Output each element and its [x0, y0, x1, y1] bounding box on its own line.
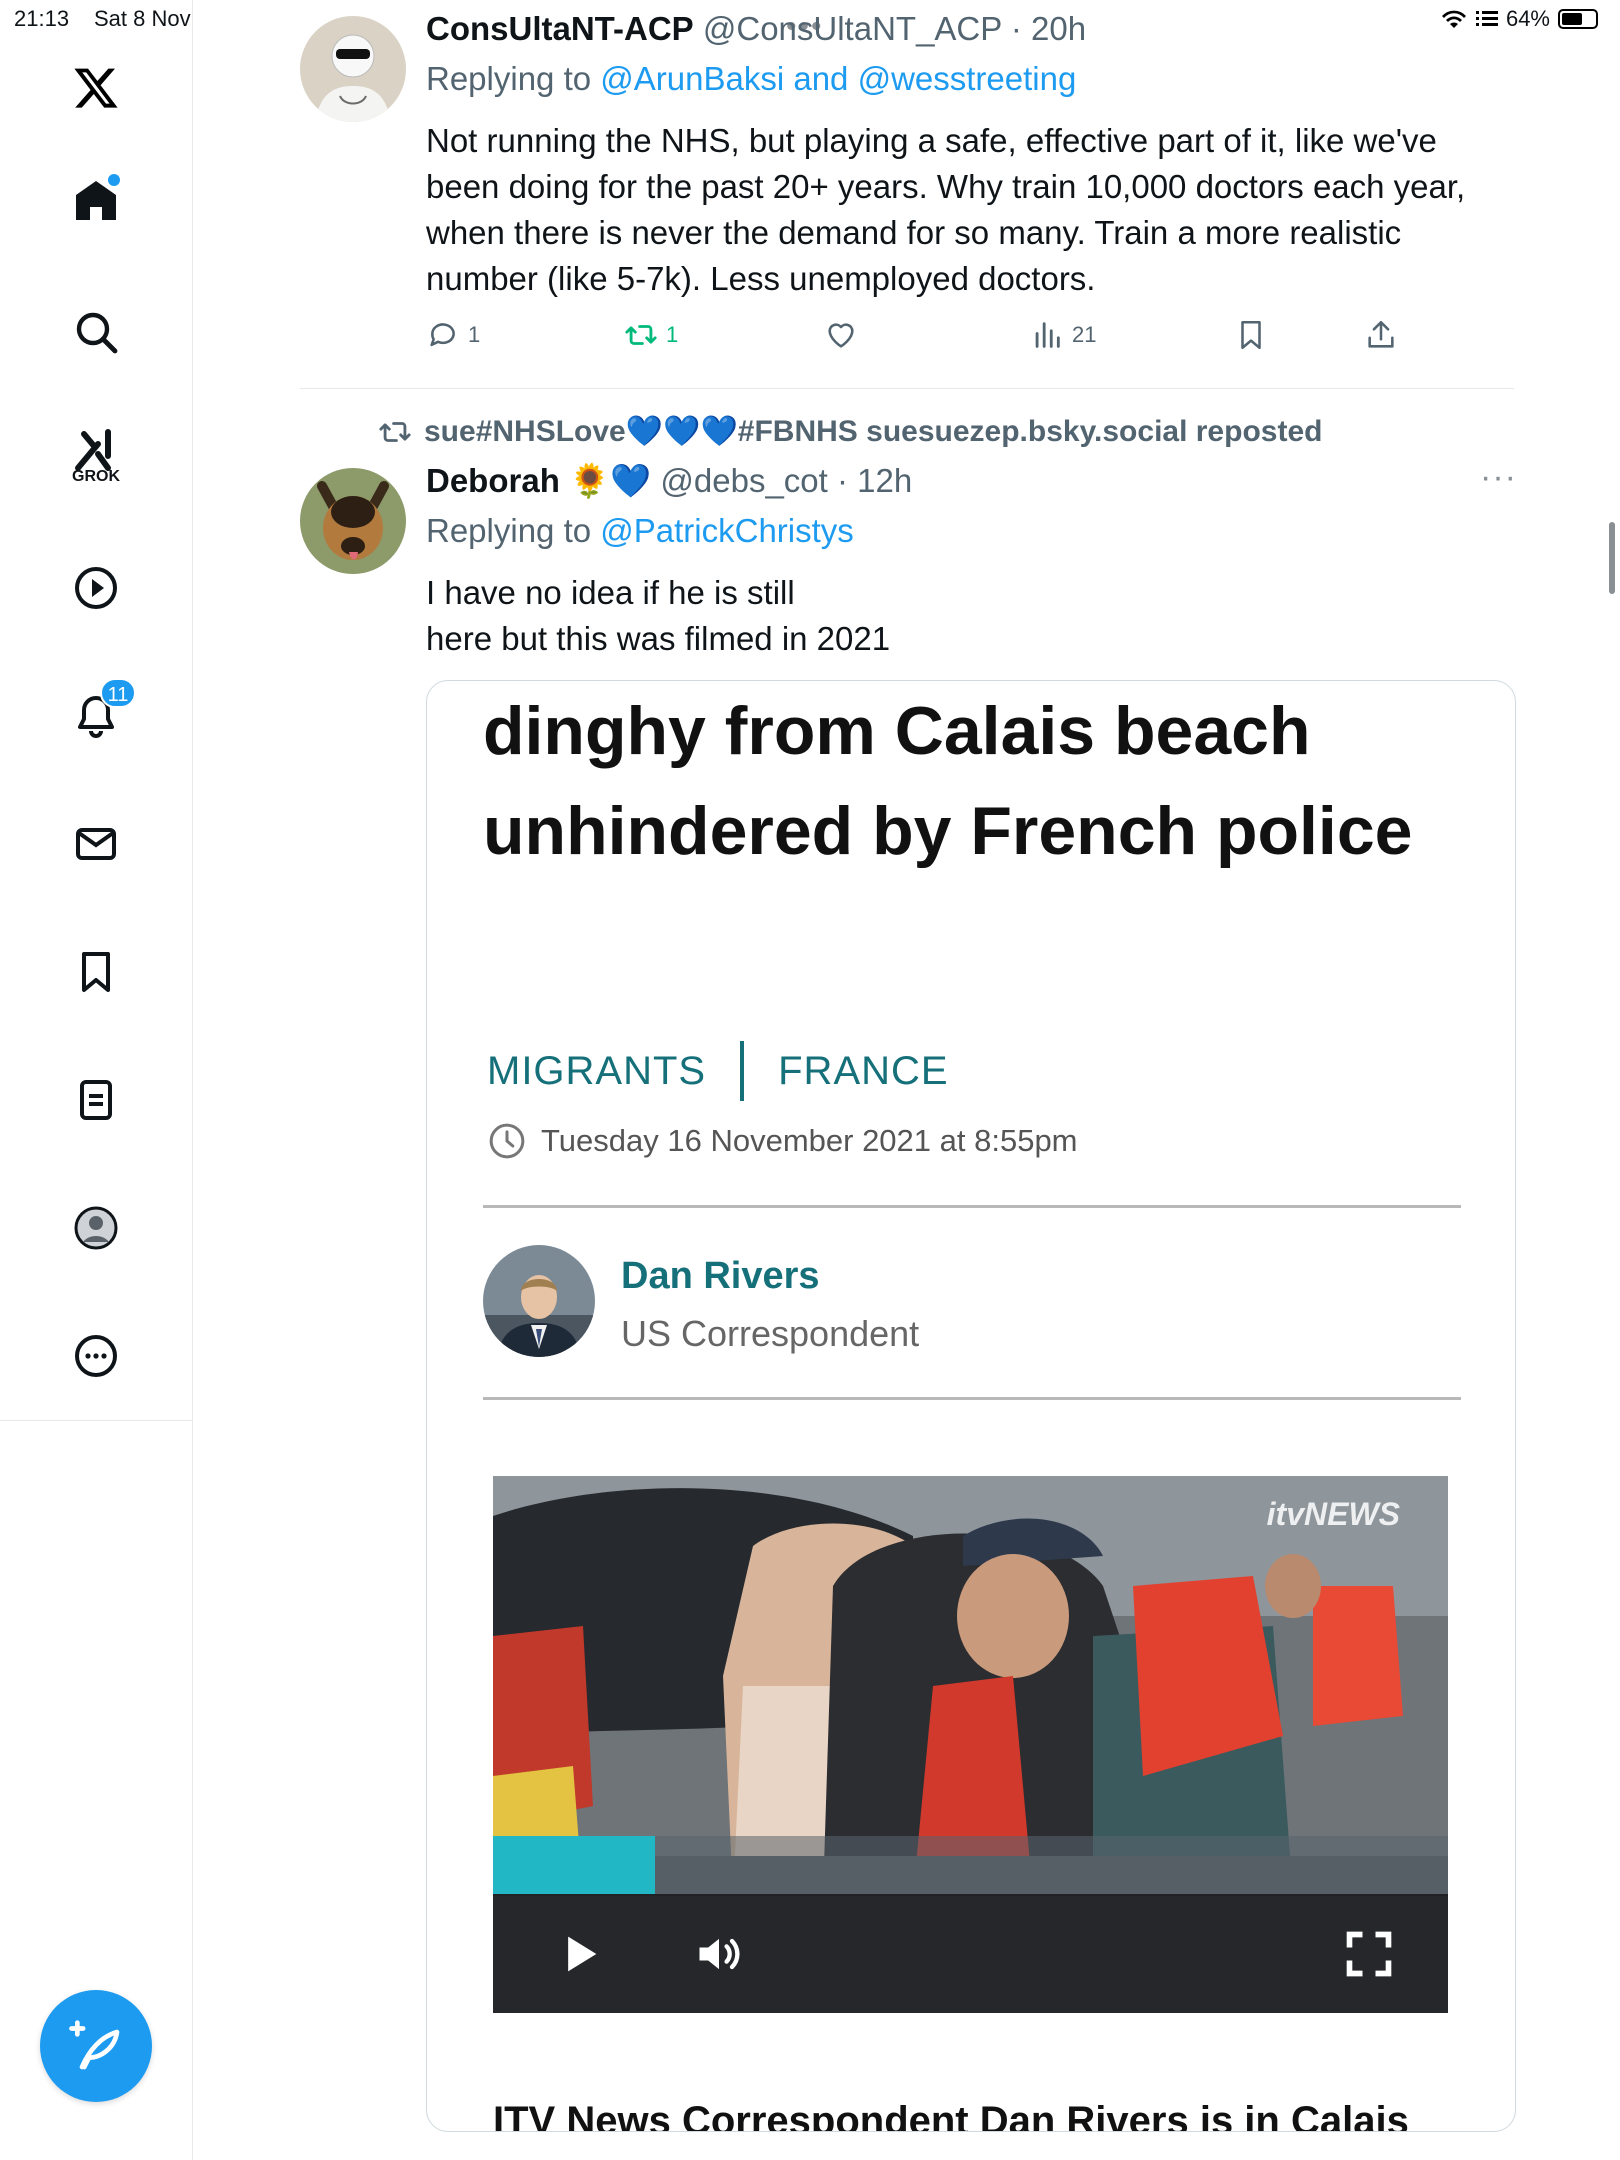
- video-progress-bar[interactable]: [493, 1836, 1448, 1894]
- tweet-text-line: I have no idea if he is still: [426, 574, 795, 611]
- clock-icon: [489, 1123, 525, 1159]
- replying-to: Replying to @ArunBaksi and @wesstreeting: [426, 60, 1076, 98]
- replying-and: and: [784, 60, 858, 97]
- compose-icon: [69, 2020, 120, 2070]
- tweet-deborah[interactable]: sue#NHSLove💙💙💙#FBNHS suesuezep.bsky.soci…: [300, 388, 1517, 2160]
- video-progress-fill: [493, 1836, 656, 1894]
- article-date-text: Tuesday 16 November 2021 at 8:55pm: [541, 1123, 1078, 1158]
- article-date: Tuesday 16 November 2021 at 8:55pm: [487, 1121, 1078, 1161]
- nav-explore[interactable]: [70, 306, 122, 358]
- nav-grok[interactable]: GROK: [70, 424, 122, 485]
- tweet-text-line: here but this was filmed in 2021: [426, 620, 891, 657]
- name-emoji: 🌻💙: [569, 462, 652, 499]
- play-icon: [75, 567, 117, 609]
- tag-france: FRANCE: [778, 1048, 949, 1093]
- tweet-header: Deborah 🌻💙 @debs_cot · 12h: [426, 462, 913, 499]
- bookmark-icon: [82, 952, 110, 992]
- repost-icon: [379, 421, 411, 442]
- replying-prefix: Replying to: [426, 60, 601, 97]
- tweet-time[interactable]: 12h: [857, 462, 912, 499]
- x-logo-icon[interactable]: [70, 62, 122, 114]
- search-icon: [76, 312, 118, 354]
- author-photo: [483, 1245, 595, 1357]
- share-button[interactable]: [1364, 318, 1398, 352]
- repost-count: 1: [666, 322, 679, 347]
- home-notification-dot: [108, 174, 120, 186]
- nav-profile[interactable]: [70, 1202, 122, 1254]
- mail-icon: [76, 828, 116, 860]
- author-handle[interactable]: @ConsUltaNT_ACP: [703, 10, 1002, 47]
- repost-text[interactable]: sue#NHSLove💙💙💙#FBNHS suesuezep.bsky.soci…: [424, 414, 1322, 449]
- mention-link[interactable]: @PatrickChristys: [600, 512, 854, 549]
- views-button[interactable]: 21: [1030, 318, 1096, 352]
- video-controls: [493, 1894, 1448, 2013]
- tweet-consultant[interactable]: ConsUltaNT-ACP @ConsUltaNT_ACP · 20h Rep…: [300, 0, 1514, 389]
- article-headline: dinghy from Calais beach unhindered by F…: [483, 693, 1413, 869]
- bookmark-icon: [1241, 320, 1261, 350]
- avatar[interactable]: [300, 16, 406, 122]
- notification-badge: 11: [100, 678, 136, 708]
- grok-icon: [75, 429, 111, 471]
- author-name: Dan Rivers: [621, 1255, 820, 1297]
- nav-more[interactable]: [70, 1330, 122, 1382]
- tweet-actions: 1 1 21: [426, 318, 1426, 358]
- tag-migrants: MIGRANTS: [487, 1048, 707, 1093]
- repost-button[interactable]: 1: [624, 318, 678, 352]
- nav-bookmarks[interactable]: [70, 946, 122, 998]
- tweet-text: Not running the NHS, but playing a safe,…: [426, 122, 1466, 297]
- article-tags: MIGRANTS FRANCE: [487, 1041, 949, 1101]
- author-role: US Correspondent: [621, 1313, 920, 1354]
- sidebar: GROK 11: [0, 0, 193, 1421]
- play-icon[interactable]: [553, 1928, 605, 1980]
- itv-news-logo: itvNEWS: [1266, 1496, 1400, 1532]
- tweet-time[interactable]: 20h: [1031, 10, 1086, 47]
- tag-separator: [740, 1041, 745, 1101]
- article-caption: ITV News Correspondent Dan Rivers is in …: [493, 2099, 1409, 2132]
- views-count: 21: [1072, 322, 1097, 347]
- more-icon: [75, 1335, 117, 1377]
- nav-home[interactable]: [70, 174, 122, 226]
- like-button[interactable]: [824, 318, 858, 352]
- compose-button[interactable]: [40, 1990, 152, 2102]
- media-card[interactable]: dinghy from Calais beach unhindered by F…: [426, 680, 1516, 2132]
- nav-video[interactable]: [70, 562, 122, 614]
- divider: [483, 1397, 1461, 1400]
- video-player[interactable]: itvNEWS: [493, 1476, 1448, 2013]
- views-icon: [1035, 322, 1060, 348]
- scrollbar[interactable]: [1609, 522, 1615, 594]
- fullscreen-icon[interactable]: [1343, 1928, 1395, 1980]
- grok-label: GROK: [72, 468, 120, 485]
- author-handle[interactable]: @debs_cot: [660, 462, 827, 499]
- avatar[interactable]: [300, 468, 406, 574]
- reply-icon: [430, 323, 455, 347]
- reply-count: 1: [468, 322, 481, 347]
- tweet-header: ConsUltaNT-ACP @ConsUltaNT_ACP · 20h: [426, 10, 1087, 47]
- heart-icon: [828, 323, 854, 348]
- share-icon: [1368, 320, 1394, 348]
- more-options-icon[interactable]: ···: [1480, 458, 1517, 497]
- nav-notifications[interactable]: 11: [70, 678, 136, 742]
- battery-icon: [1558, 9, 1598, 29]
- list-icon: [80, 1080, 112, 1120]
- repost-context: sue#NHSLove💙💙💙#FBNHS suesuezep.bsky.soci…: [378, 414, 1322, 449]
- profile-icon: [74, 1206, 118, 1250]
- volume-icon[interactable]: [693, 1928, 745, 1980]
- mention-link[interactable]: @wesstreeting: [858, 60, 1077, 97]
- nav-lists[interactable]: [70, 1074, 122, 1126]
- tweet-text: I have no idea if he is still here but t…: [426, 570, 1516, 662]
- replying-to: Replying to @PatrickChristys: [426, 512, 854, 550]
- author-name[interactable]: ConsUltaNT-ACP: [426, 10, 694, 47]
- battery-level: [1562, 13, 1583, 25]
- replying-prefix: Replying to: [426, 512, 601, 549]
- mention-link[interactable]: @ArunBaksi: [600, 60, 784, 97]
- author-name[interactable]: Deborah: [426, 462, 560, 499]
- bookmark-button[interactable]: [1234, 318, 1268, 352]
- repost-icon: [625, 325, 657, 345]
- divider: [483, 1205, 1461, 1208]
- nav-messages[interactable]: [70, 818, 122, 870]
- reply-button[interactable]: 1: [426, 318, 480, 352]
